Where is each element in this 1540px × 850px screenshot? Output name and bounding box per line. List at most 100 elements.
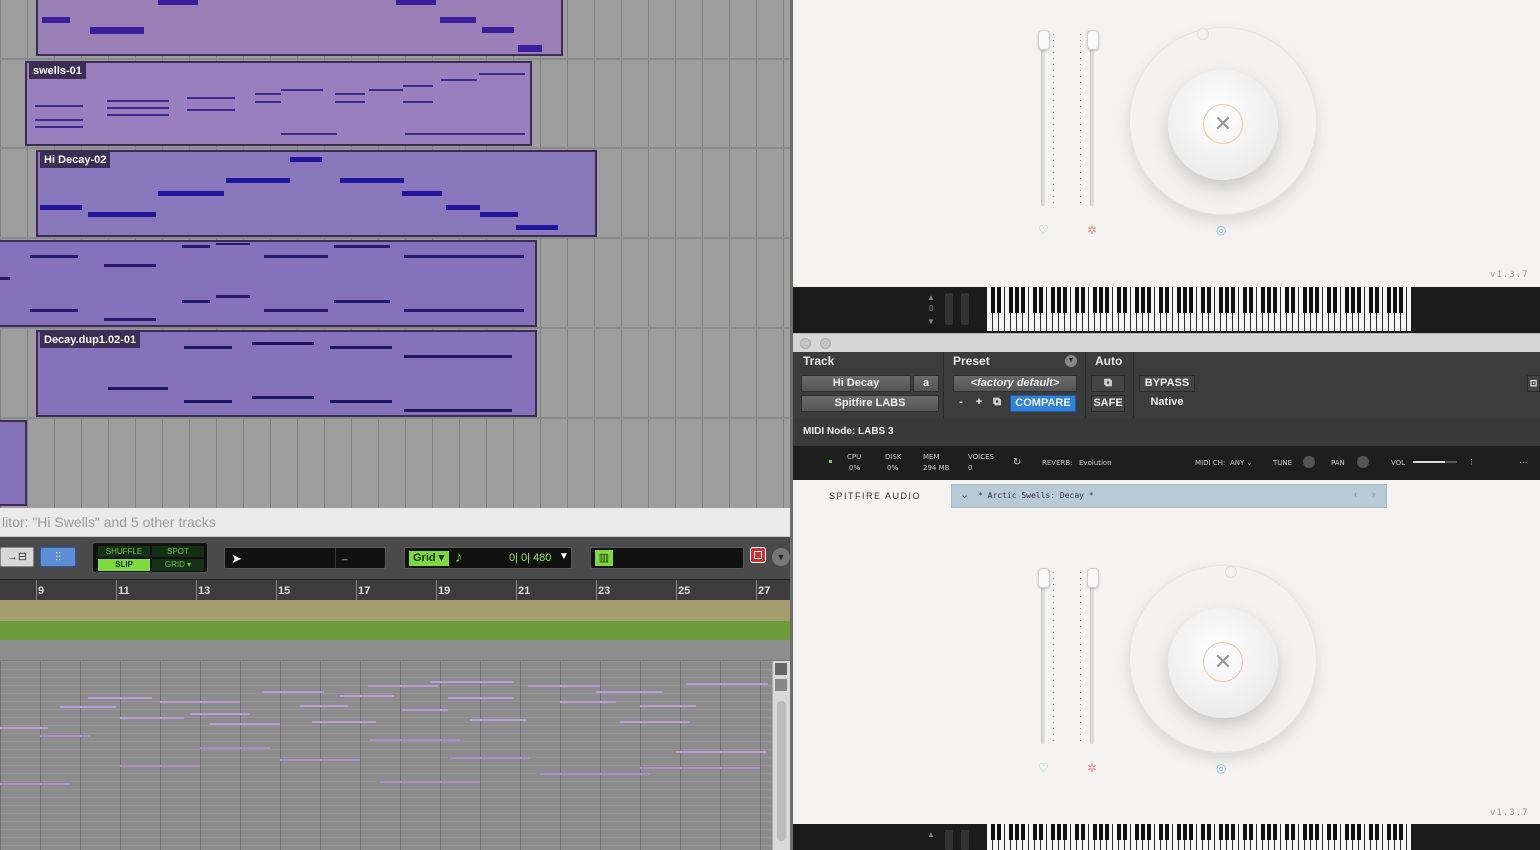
slip-mode-button[interactable]: SLIP	[98, 559, 150, 571]
scrollbar-thumb[interactable]	[777, 701, 786, 841]
pan-knob[interactable]	[1357, 456, 1369, 468]
octave-up-icon[interactable]: ▲	[927, 830, 935, 839]
black-key[interactable]	[1063, 287, 1067, 313]
black-key[interactable]	[1141, 824, 1145, 840]
midi-note[interactable]	[380, 781, 480, 783]
midi-note[interactable]	[368, 685, 438, 687]
midi-note[interactable]	[120, 717, 184, 719]
black-key[interactable]	[1327, 287, 1331, 313]
black-key[interactable]	[1135, 824, 1139, 840]
link-mode-button[interactable]: →⊟	[0, 547, 34, 567]
black-key[interactable]	[1219, 287, 1223, 313]
midi-note[interactable]	[200, 747, 270, 749]
octave-up-icon[interactable]: ▲	[927, 293, 935, 302]
next-preset-button[interactable]: +	[971, 395, 987, 412]
midi-note[interactable]	[620, 721, 690, 723]
black-key[interactable]	[1219, 824, 1223, 840]
black-key[interactable]	[1177, 287, 1181, 313]
black-key[interactable]	[1351, 287, 1355, 313]
preset-menu-icon[interactable]: ▼	[1065, 355, 1077, 367]
volume-slider[interactable]	[1413, 461, 1445, 463]
black-key[interactable]	[1165, 287, 1169, 313]
black-key[interactable]	[1207, 824, 1211, 840]
preset-librarian-icon[interactable]: ⧉	[989, 395, 1005, 412]
black-key[interactable]	[1303, 824, 1307, 840]
black-key[interactable]	[1291, 824, 1295, 840]
black-key[interactable]	[1225, 824, 1229, 840]
midi-note[interactable]	[40, 735, 90, 737]
minimize-window-button[interactable]	[820, 338, 831, 349]
midi-note[interactable]	[120, 765, 200, 767]
vertical-scrollbar[interactable]	[772, 661, 791, 850]
black-key[interactable]	[1345, 287, 1349, 313]
midi-note[interactable]	[596, 691, 662, 693]
black-key[interactable]	[1105, 287, 1109, 313]
dynamics-slider[interactable]	[1087, 30, 1099, 50]
expression-slider[interactable]	[1038, 30, 1050, 50]
black-key[interactable]	[1063, 824, 1067, 840]
close-window-button[interactable]	[800, 338, 811, 349]
black-key[interactable]	[1327, 824, 1331, 840]
black-key[interactable]	[1051, 824, 1055, 840]
bar-ruler[interactable]: 9 11 13 15 17 19 21 23 25 27	[0, 580, 792, 600]
black-key[interactable]	[1189, 287, 1193, 313]
black-key[interactable]	[1267, 824, 1271, 840]
midi-note[interactable]	[402, 709, 448, 711]
black-key[interactable]	[1333, 824, 1337, 840]
black-key[interactable]	[1309, 287, 1313, 313]
black-key[interactable]	[1243, 287, 1247, 313]
octave-down-icon[interactable]: ▼	[927, 317, 935, 326]
black-key[interactable]	[1333, 287, 1337, 313]
black-key[interactable]	[1093, 824, 1097, 840]
grid-value-display[interactable]: Grid ▾ ♪ 0| 0| 480 ▼	[404, 547, 572, 569]
black-key[interactable]	[1099, 824, 1103, 840]
midi-clip-swells-01[interactable]: swells-01	[25, 61, 532, 146]
midi-clip[interactable]	[0, 420, 27, 506]
midi-note[interactable]	[88, 697, 152, 699]
midi-note[interactable]	[370, 739, 460, 741]
midi-note[interactable]	[686, 683, 768, 685]
midi-note[interactable]	[0, 727, 48, 729]
piano-keyboard[interactable]	[987, 824, 1411, 850]
track-selector[interactable]: Hi Decay	[801, 375, 911, 392]
black-key[interactable]	[1021, 824, 1025, 840]
black-key[interactable]	[1393, 287, 1397, 313]
black-key[interactable]	[1225, 287, 1229, 313]
black-key[interactable]	[1123, 824, 1127, 840]
black-key[interactable]	[1189, 824, 1193, 840]
black-key[interactable]	[1249, 824, 1253, 840]
marker-ruler[interactable]	[0, 600, 790, 621]
black-key[interactable]	[1147, 287, 1151, 313]
expression-slider[interactable]	[1038, 568, 1050, 588]
black-key[interactable]	[1357, 824, 1361, 840]
midi-note[interactable]	[640, 705, 696, 707]
plugin-selector[interactable]: Spitfire LABS	[801, 395, 939, 412]
piano-icon[interactable]: ▥	[595, 550, 613, 566]
black-key[interactable]	[1123, 287, 1127, 313]
zoom-in-icon[interactable]	[775, 663, 787, 675]
meter-ruler[interactable]	[0, 640, 790, 661]
preset-selector[interactable]: <factory default>	[953, 375, 1077, 392]
black-key[interactable]	[1183, 824, 1187, 840]
black-key[interactable]	[1285, 287, 1289, 313]
black-key[interactable]	[991, 824, 995, 840]
black-key[interactable]	[1393, 824, 1397, 840]
black-key[interactable]	[1075, 824, 1079, 840]
black-key[interactable]	[1141, 287, 1145, 313]
black-key[interactable]	[1039, 287, 1043, 313]
midi-note[interactable]	[60, 706, 116, 708]
black-key[interactable]	[1201, 824, 1205, 840]
black-key[interactable]	[1009, 824, 1013, 840]
midi-note[interactable]	[210, 723, 280, 725]
black-key[interactable]	[1201, 287, 1205, 313]
midi-note[interactable]	[340, 695, 394, 697]
black-key[interactable]	[1285, 824, 1289, 840]
more-options-icon[interactable]: ...	[1519, 456, 1528, 466]
piano-keyboard[interactable]	[987, 287, 1411, 331]
black-key[interactable]	[1105, 824, 1109, 840]
midi-note[interactable]	[300, 705, 348, 707]
black-key[interactable]	[1033, 824, 1037, 840]
midi-note[interactable]	[280, 759, 360, 761]
midi-note[interactable]	[640, 767, 760, 769]
safe-button[interactable]: SAFE	[1091, 395, 1125, 412]
